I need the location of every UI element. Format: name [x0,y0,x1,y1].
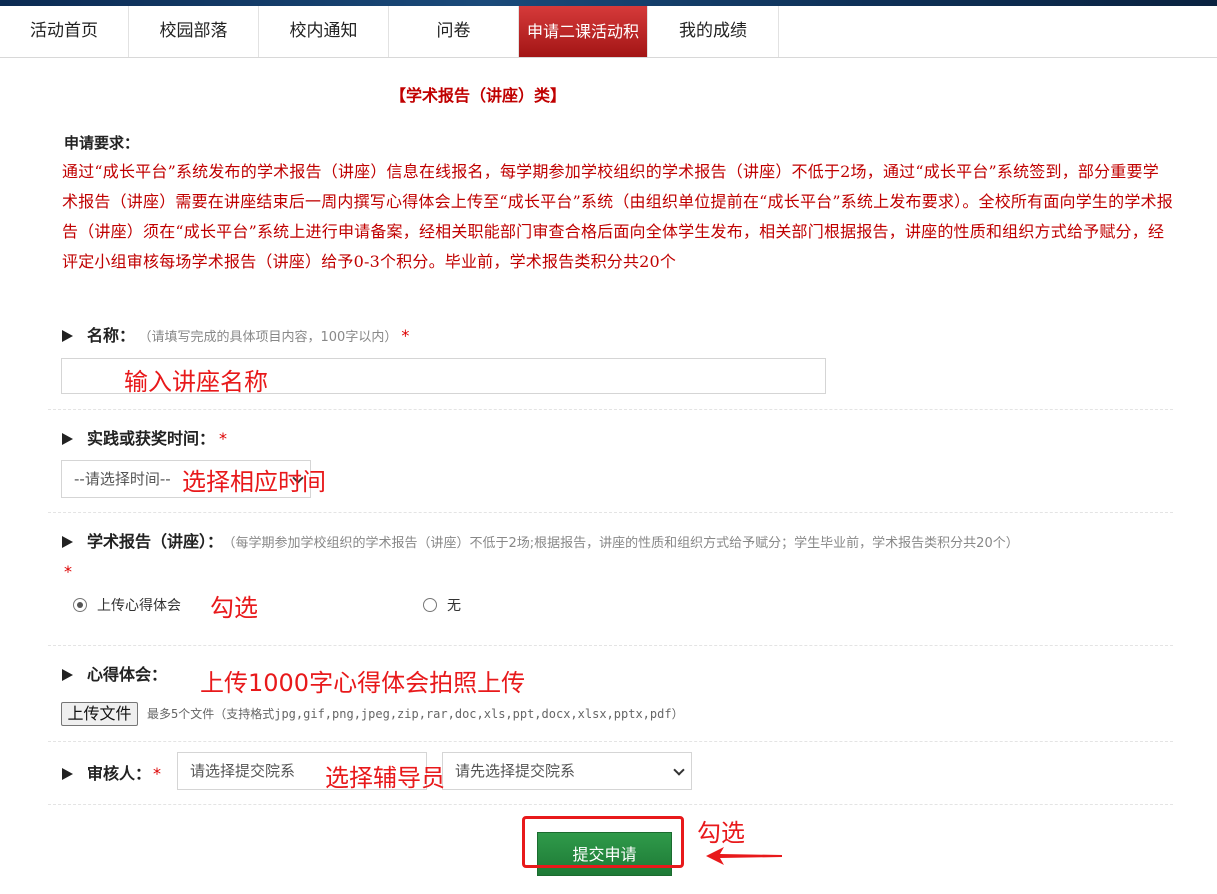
time-field-row: 实践或获奖时间： * [62,425,227,449]
reviewer-select[interactable]: 请先选择提交院系 [442,752,692,790]
upload-file-button[interactable]: 上传文件 [61,702,138,726]
time-select-placeholder: --请选择时间-- [74,470,171,488]
chevron-down-icon [673,764,685,776]
requirements-text: 通过“成长平台”系统发布的学术报告（讲座）信息在线报名，每学期参加学校组织的学术… [62,162,1173,271]
tab-campus-notice[interactable]: 校内通知 [259,6,389,57]
annotation-name: 输入讲座名称 [124,368,268,396]
divider [48,804,1173,805]
reviewer-select-placeholder: 请先选择提交院系 [455,762,576,780]
tab-apply-activity-credit[interactable]: 申请二课活动积 [519,6,648,57]
name-hint: （请填写完成的具体项目内容，100字以内） [145,330,398,345]
annotation-reviewer: 选择辅导员 [325,764,445,792]
name-label: 名称： [87,326,136,345]
triangle-bullet-icon [62,669,73,681]
reviewer-field-row: 审核人： * [62,760,161,784]
section-title: 【学术报告（讲座）类】 [390,86,567,105]
annotation-time: 选择相应时间 [182,468,326,496]
report-field-row: 学术报告（讲座）： （每学期参加学校组织的学术报告（讲座）不低于2场;根据报告，讲… [62,528,1019,552]
upload-hint: 最多5个文件（支持格式jpg,gif,png,jpeg,zip,rar,doc,… [147,707,684,721]
tab-activity-home[interactable]: 活动首页 [0,6,129,57]
experience-field-row: 心得体会： [62,661,167,685]
radio-label: 无 [447,598,461,614]
triangle-bullet-icon [62,433,73,445]
reviewer-label: 审核人： [87,764,152,783]
radio-unselected-icon [423,598,437,612]
divider [48,409,1173,410]
time-label: 实践或获奖时间： [87,429,216,448]
required-marker: * [153,764,162,783]
triangle-bullet-icon [62,536,73,548]
divider [48,645,1173,646]
department-select-placeholder: 请选择提交院系 [190,762,296,780]
tab-campus-tribe[interactable]: 校园部落 [129,6,259,57]
radio-selected-icon [73,598,87,612]
requirements-label: 申请要求： [64,134,140,152]
radio-label: 上传心得体会 [97,598,181,614]
arrow-left-icon [706,847,782,865]
required-marker: * [64,562,72,581]
tab-survey[interactable]: 问卷 [389,6,519,57]
submit-button[interactable]: 提交申请 [537,832,672,876]
report-hint: （每学期参加学校组织的学术报告（讲座）不低于2场;根据报告，讲座的性质和组织方式… [229,536,1019,551]
triangle-bullet-icon [62,768,73,780]
divider [48,512,1173,513]
required-marker: * [219,429,228,448]
annotation-radio: 勾选 [210,594,258,622]
radio-upload-experience[interactable]: 上传心得体会 [73,595,181,615]
required-marker: * [401,326,410,345]
tab-my-scores[interactable]: 我的成绩 [648,6,779,57]
annotation-submit: 勾选 [697,819,745,847]
name-field-row: 名称： （请填写完成的具体项目内容，100字以内） * [62,322,409,346]
experience-label: 心得体会： [87,665,168,684]
top-nav: 活动首页 校园部落 校内通知 问卷 申请二课活动积 我的成绩 [0,6,1217,58]
radio-none[interactable]: 无 [423,595,461,615]
triangle-bullet-icon [62,330,73,342]
divider [48,741,1173,742]
annotation-experience: 上传1000字心得体会拍照上传 [200,669,526,697]
report-label: 学术报告（讲座）： [87,532,224,551]
